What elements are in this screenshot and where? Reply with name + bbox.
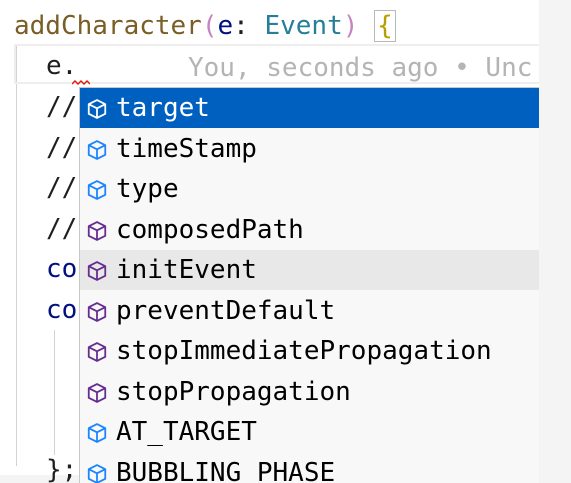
suggestion-item[interactable]: composedPath [80, 210, 539, 250]
suggestion-label: type [116, 174, 179, 204]
code-line[interactable]: // [46, 87, 77, 127]
method-cube-icon [87, 220, 107, 241]
suggestion-widget[interactable]: target timeStamp type composedPath initEvent… [79, 87, 539, 483]
suggestion-label: timeStamp [116, 133, 257, 164]
method-cube-icon [87, 382, 107, 403]
suggestion-item[interactable]: AT_TARGET [80, 412, 539, 452]
close-paren: ) [342, 11, 359, 41]
matched-brace: { [374, 10, 396, 42]
field-cube-icon [87, 99, 107, 119]
method-cube-icon [87, 301, 107, 322]
function-signature-line[interactable]: addCharacter(e: Event) { [14, 6, 396, 46]
suggestion-label: BUBBLING_PHASE [116, 457, 336, 483]
suggestion-label: preventDefault [116, 295, 336, 326]
field-cube-icon [87, 139, 107, 160]
field-cube-icon [87, 180, 107, 200]
code-line[interactable]: co [46, 249, 77, 289]
suggestion-item[interactable]: type [80, 169, 539, 209]
code-line[interactable]: // [46, 128, 77, 168]
code-line[interactable]: // [46, 209, 77, 249]
parameter-name: e [217, 11, 234, 41]
suggestion-label: target [116, 93, 210, 123]
suggestion-item[interactable]: timeStamp [80, 129, 539, 169]
code-line[interactable]: // [46, 168, 77, 208]
colon: : [233, 11, 265, 41]
suggestion-item[interactable]: BUBBLING_PHASE [80, 453, 539, 483]
git-blame-inline: You, seconds ago • Unc [188, 53, 533, 83]
method-cube-icon [87, 261, 107, 281]
closing-line[interactable]: }; [46, 450, 77, 483]
parameter-type: Event [264, 11, 343, 41]
suggestion-label: AT_TARGET [116, 417, 257, 447]
code-line[interactable]: co [46, 290, 77, 330]
indent-guide-inner [54, 330, 55, 455]
indent-guide [16, 46, 17, 466]
error-squiggle [72, 80, 90, 85]
field-cube-icon [87, 423, 107, 443]
suggestion-item[interactable]: stopImmediatePropagation [80, 331, 539, 371]
suggestion-label: initEvent [116, 255, 257, 285]
method-cube-icon [87, 342, 107, 362]
suggestion-label: composedPath [116, 214, 304, 245]
code-editor[interactable]: addCharacter(e: Event) { e. You, seconds… [0, 0, 571, 483]
suggestion-label: stopImmediatePropagation [116, 336, 492, 366]
suggestion-item[interactable]: preventDefault [80, 291, 539, 331]
field-cube-icon [87, 463, 107, 483]
open-paren: ( [201, 11, 218, 41]
suggestion-label: stopPropagation [116, 376, 351, 407]
function-name: addCharacter [14, 11, 202, 41]
suggestion-item[interactable]: target [80, 88, 539, 128]
suggestion-item[interactable]: stopPropagation [80, 372, 539, 412]
suggestion-item[interactable]: initEvent [80, 250, 539, 290]
